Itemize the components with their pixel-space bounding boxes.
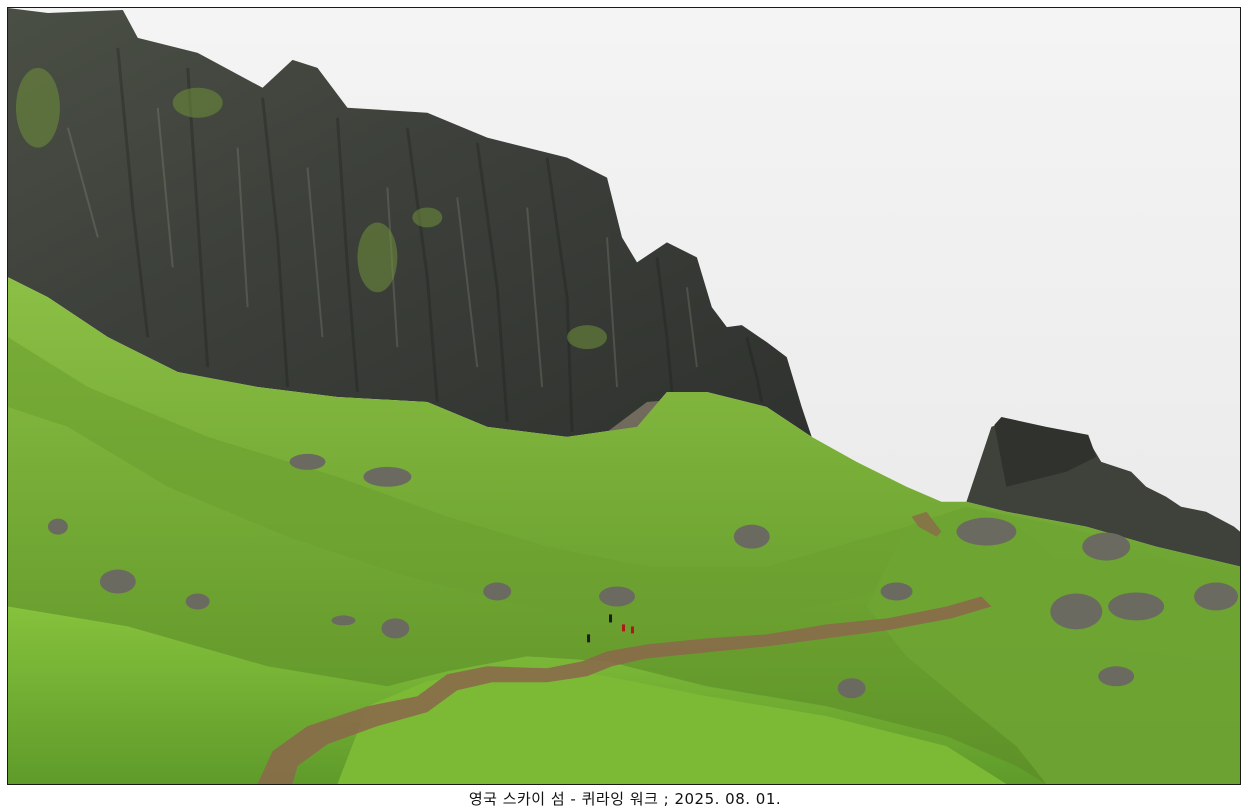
landscape-illustration xyxy=(8,8,1240,784)
photo-caption: 영국 스카이 섬 - 퀴라잉 워크 ; 2025. 08. 01. xyxy=(468,790,782,808)
landscape-photo xyxy=(7,7,1241,785)
